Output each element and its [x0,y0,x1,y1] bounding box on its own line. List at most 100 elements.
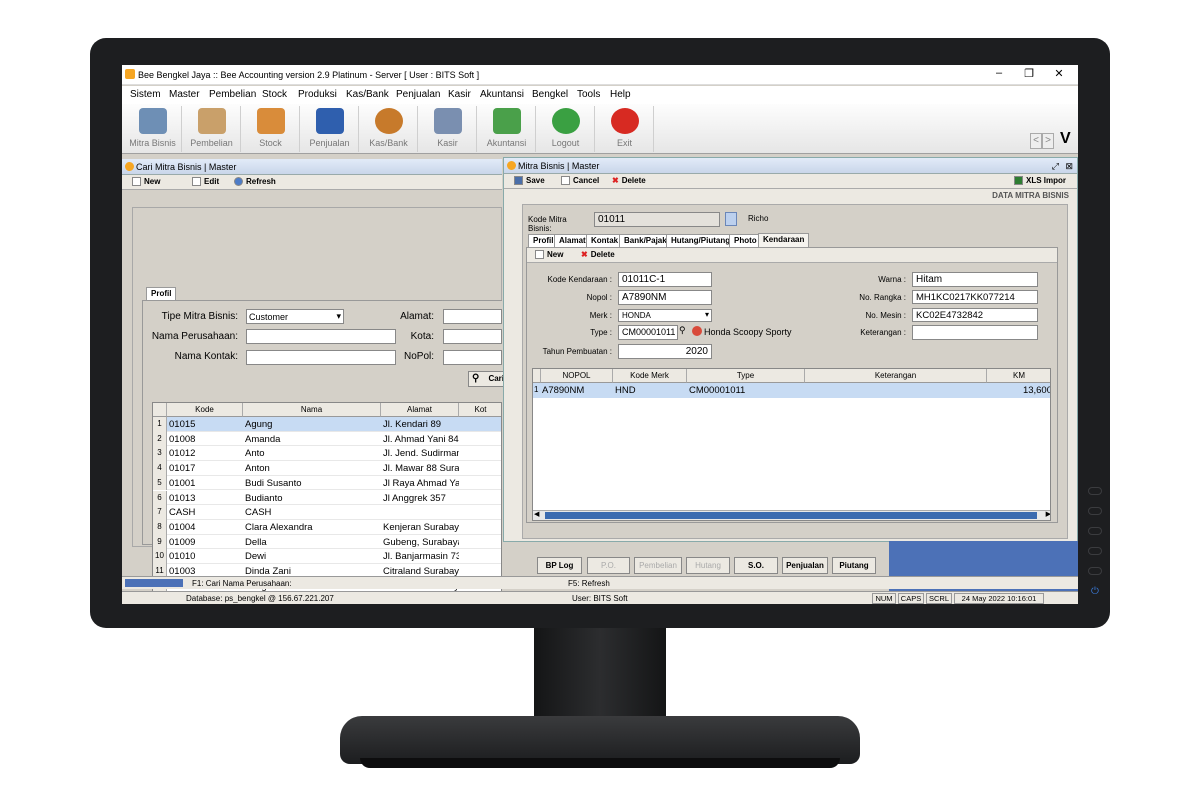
grid-col-nopol[interactable]: NOPOL [541,369,613,383]
toolbar-penjualan-button[interactable]: Penjualan [301,106,359,152]
lookup-icon[interactable] [725,212,737,226]
menu-produksi[interactable]: Produksi [298,89,337,100]
cari-button[interactable]: ⚲ Cari [468,371,508,387]
tab-bank-pajak[interactable]: Bank/Pajak [619,234,672,247]
kode-kendaraan-input[interactable]: 01011C-1 [618,272,712,287]
monitor-side-button[interactable] [1088,567,1102,575]
delete-button[interactable]: ✖ Delete [612,176,646,185]
xls-impor-button[interactable]: XLS Impor [1014,176,1066,186]
table-row[interactable]: 1 A7890NM HND CM00001011 13,600 [533,383,1050,398]
monitor-side-button[interactable] [1088,547,1102,555]
table-row[interactable]: 7 CASH CASH [153,505,501,520]
menu-sistem[interactable]: Sistem [130,89,161,100]
warna-input[interactable]: Hitam [912,272,1038,287]
nama-perusahaan-input[interactable] [246,329,396,344]
edit-button[interactable]: Edit [192,177,219,187]
tahun-input[interactable]: 2020 [618,344,712,359]
kode-mitra-input[interactable]: 01011 [594,212,720,227]
table-row[interactable]: 4 01017 Anton Jl. Mawar 88 Surab [153,461,501,476]
maximize-button[interactable]: ❐ [1014,67,1044,80]
toolbar-kasir-button[interactable]: Kasir [419,106,477,152]
new-button[interactable]: New [132,177,160,187]
toolbar-stock-button[interactable]: Stock [242,106,300,152]
menu-bengkel[interactable]: Bengkel [532,89,568,100]
menu-stock[interactable]: Stock [262,89,287,100]
grid-col-nama[interactable]: Nama [243,403,381,417]
toolbar-mitra-bisnis-button[interactable]: Mitra Bisnis [124,106,182,152]
menu-pembelian[interactable]: Pembelian [209,89,256,100]
panel-close-icon[interactable]: ⊠ [1065,158,1073,174]
toolbar-akuntansi-button[interactable]: Akuntansi [478,106,536,152]
v-button[interactable]: V [1060,130,1071,148]
piutang-button[interactable]: Piutang [832,557,876,574]
kendaraan-new-button[interactable]: New [535,250,563,260]
grid-col-kode-merk[interactable]: Kode Merk [613,369,687,383]
tab-photo[interactable]: Photo [729,234,762,247]
grid-col-kota[interactable]: Kot [459,403,501,417]
grid-col-type[interactable]: Type [687,369,805,383]
menu-kas-bank[interactable]: Kas/Bank [346,89,389,100]
merk-select[interactable]: HONDA ▾ [618,309,712,322]
penjualan-button[interactable]: Penjualan [782,557,828,574]
keterangan-input[interactable] [912,325,1038,340]
kendaraan-delete-button[interactable]: ✖ Delete [581,250,615,259]
prev-button[interactable]: < [1030,133,1042,149]
table-row[interactable]: 9 01009 Della Gubeng, Surabaya [153,534,501,550]
nopol-input[interactable] [443,350,502,365]
rangka-input[interactable]: MH1KC0217KK077214 [912,290,1038,304]
scroll-right-icon[interactable]: ▶ [1046,510,1050,518]
alamat-input[interactable] [443,309,502,324]
table-row[interactable]: 1 01015 Agung Jl. Kendari 89 [153,417,501,432]
pembelian-button[interactable]: Pembelian [634,557,682,574]
table-row[interactable]: 6 01013 Budianto Jl Anggrek 357 [153,490,501,506]
tab-kontak[interactable]: Kontak [586,234,624,247]
restore-icon[interactable]: ⤢ [1052,158,1059,174]
menu-penjualan[interactable]: Penjualan [396,89,440,100]
mesin-input[interactable]: KC02E4732842 [912,308,1038,322]
refresh-button[interactable]: Refresh [234,177,276,187]
bp-log-button[interactable]: BP Log [537,557,582,574]
grid-col-keterangan[interactable]: Keterangan [805,369,987,383]
grid-col-alamat[interactable]: Alamat [381,403,459,417]
scroll-left-icon[interactable]: ◀ [534,510,539,518]
toolbar-kas-bank-button[interactable]: Kas/Bank [360,106,418,152]
table-row[interactable]: 5 01001 Budi Susanto Jl Raya Ahmad Ya [153,475,501,491]
monitor-side-button[interactable] [1088,527,1102,535]
hutang-button[interactable]: Hutang [686,557,730,574]
grid-col-km[interactable]: KM [987,369,1050,383]
cancel-button[interactable]: Cancel [561,176,599,186]
nopol-input[interactable]: A7890NM [618,290,712,305]
menu-master[interactable]: Master [169,89,200,100]
close-button[interactable]: ✕ [1044,67,1074,80]
type-input[interactable]: CM00001011 [618,325,678,340]
scrollbar-thumb[interactable] [545,512,1037,519]
next-button[interactable]: > [1042,133,1054,149]
monitor-side-button[interactable] [1088,507,1102,515]
kota-input[interactable] [443,329,502,344]
tab-hutang-piutang[interactable]: Hutang/Piutang [666,234,736,247]
toolbar-pembelian-button[interactable]: Pembelian [183,106,241,152]
po-button[interactable]: P.O. [587,557,630,574]
table-row[interactable]: 3 01012 Anto Jl. Jend. Sudirman [153,446,501,462]
save-button[interactable]: Save [514,176,545,186]
menu-help[interactable]: Help [610,89,631,100]
nama-kontak-input[interactable] [246,350,396,365]
menu-akuntansi[interactable]: Akuntansi [480,89,524,100]
table-row[interactable]: 10 01010 Dewi Jl. Banjarmasin 73 [153,549,501,564]
so-button[interactable]: S.O. [734,557,778,574]
horizontal-scrollbar[interactable]: ◀ ▶ [533,510,1050,520]
menu-tools[interactable]: Tools [577,89,600,100]
tipe-select[interactable]: Customer ▾ [246,309,344,324]
power-led-icon[interactable]: ⏻ [1089,586,1101,598]
grid-col-kode[interactable]: Kode [167,403,243,417]
table-row[interactable]: 8 01004 Clara Alexandra Kenjeran Surabaya [153,519,501,535]
toolbar-exit-button[interactable]: Exit [596,106,654,152]
minimize-button[interactable]: – [984,67,1014,79]
tab-kendaraan[interactable]: Kendaraan [758,233,810,247]
monitor-side-button[interactable] [1088,487,1102,495]
clear-icon[interactable] [692,326,702,336]
toolbar-logout-button[interactable]: Logout [537,106,595,152]
search-icon[interactable]: ⚲ [679,325,690,338]
tab-profil[interactable]: Profil [146,287,177,300]
table-row[interactable]: 2 01008 Amanda Jl. Ahmad Yani 84 [153,431,501,447]
